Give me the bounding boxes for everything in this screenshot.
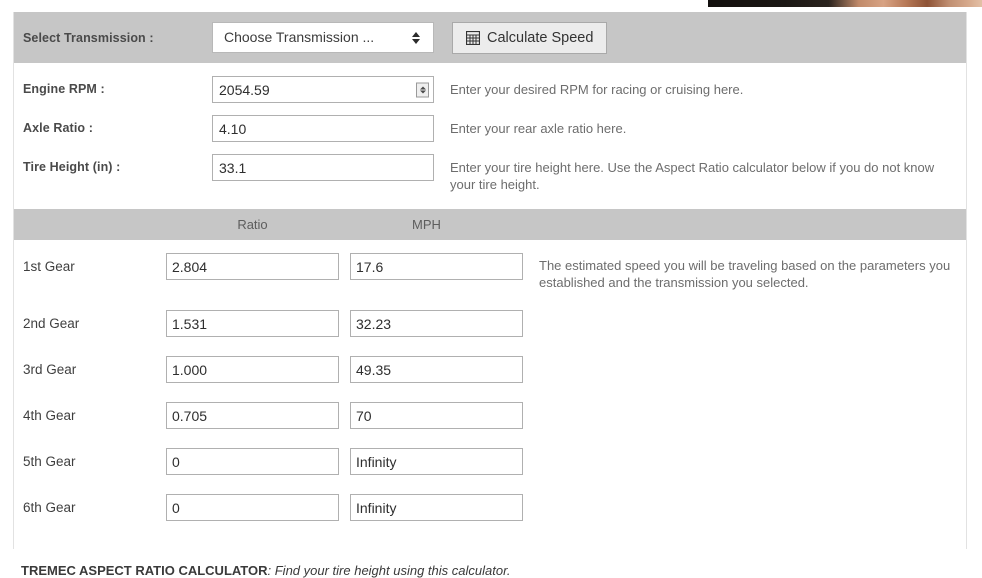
top-banner-photo-strip: [708, 0, 982, 7]
calculate-speed-label: Calculate Speed: [487, 29, 594, 46]
gear-label: 1st Gear: [23, 259, 75, 274]
gear-mph-input[interactable]: [350, 356, 523, 383]
page-canvas: Select Transmission : Choose Transmissio…: [0, 0, 982, 578]
transmission-select-band: Select Transmission : Choose Transmissio…: [14, 12, 966, 63]
column-header-mph: MPH: [412, 217, 441, 232]
transmission-select-wrap: Choose Transmission ...: [212, 22, 434, 53]
gear-label: 2nd Gear: [23, 316, 80, 331]
gear-ratio-input[interactable]: [166, 402, 339, 429]
transmission-select[interactable]: Choose Transmission ...: [212, 22, 434, 53]
table-row: 4th Gear: [14, 402, 966, 429]
tire-height-row: Tire Height (in) : Enter your tire heigh…: [14, 154, 966, 193]
table-row: 2nd Gear: [14, 310, 966, 337]
tire-height-input[interactable]: [212, 154, 434, 181]
axle-ratio-label: Axle Ratio :: [23, 121, 93, 135]
gear-label: 4th Gear: [23, 408, 76, 423]
gear-ratio-input[interactable]: [166, 494, 339, 521]
column-header-ratio: Ratio: [237, 217, 268, 232]
gear-table-note: The estimated speed you will be travelin…: [539, 258, 951, 290]
number-spinner-icon[interactable]: [416, 82, 429, 97]
select-transmission-label: Select Transmission :: [23, 30, 154, 45]
gear-mph-input[interactable]: [350, 448, 523, 475]
table-row: 6th Gear: [14, 494, 966, 521]
gear-ratio-input[interactable]: [166, 310, 339, 337]
engine-rpm-hint: Enter your desired RPM for racing or cru…: [450, 82, 744, 97]
tire-height-field-wrap: [212, 154, 434, 181]
aspect-ratio-calculator-note: TREMEC ASPECT RATIO CALCULATOR: Find you…: [21, 563, 511, 578]
gear-mph-input[interactable]: [350, 253, 523, 280]
engine-rpm-input[interactable]: [212, 76, 434, 103]
gear-ratio-input[interactable]: [166, 448, 339, 475]
axle-ratio-row: Axle Ratio : Enter your rear axle ratio …: [14, 115, 966, 142]
gear-mph-input[interactable]: [350, 402, 523, 429]
transmission-select-row: Select Transmission : Choose Transmissio…: [14, 12, 966, 63]
tire-height-hint: Enter your tire height here. Use the Asp…: [450, 160, 935, 192]
parameters-section: Engine RPM : Enter your desired RPM for …: [14, 63, 966, 209]
axle-ratio-field-wrap: [212, 115, 434, 142]
engine-rpm-label: Engine RPM :: [23, 82, 105, 96]
tire-height-label: Tire Height (in) :: [23, 160, 121, 174]
aspect-ratio-note-rest: : Find your tire height using this calcu…: [267, 563, 511, 578]
gear-label: 3rd Gear: [23, 362, 77, 377]
gear-table-body: 1st Gear The estimated speed you will be…: [14, 240, 966, 549]
table-row: 1st Gear The estimated speed you will be…: [14, 253, 966, 291]
aspect-ratio-note-bold: TREMEC ASPECT RATIO CALCULATOR: [21, 563, 268, 578]
gear-mph-input[interactable]: [350, 494, 523, 521]
engine-rpm-field-wrap: [212, 76, 434, 103]
engine-rpm-row: Engine RPM : Enter your desired RPM for …: [14, 76, 966, 103]
speed-calculator-container: Select Transmission : Choose Transmissio…: [13, 12, 967, 549]
calculate-speed-button[interactable]: Calculate Speed: [452, 21, 608, 54]
calculator-icon: [465, 30, 481, 45]
gear-ratio-input[interactable]: [166, 356, 339, 383]
table-row: 3rd Gear: [14, 356, 966, 383]
gear-table-header: Ratio MPH: [14, 209, 966, 240]
gear-ratio-input[interactable]: [166, 253, 339, 280]
table-row: 5th Gear: [14, 448, 966, 475]
axle-ratio-hint: Enter your rear axle ratio here.: [450, 121, 627, 136]
axle-ratio-input[interactable]: [212, 115, 434, 142]
gear-label: 5th Gear: [23, 454, 76, 469]
gear-mph-input[interactable]: [350, 310, 523, 337]
gear-label: 6th Gear: [23, 500, 76, 515]
